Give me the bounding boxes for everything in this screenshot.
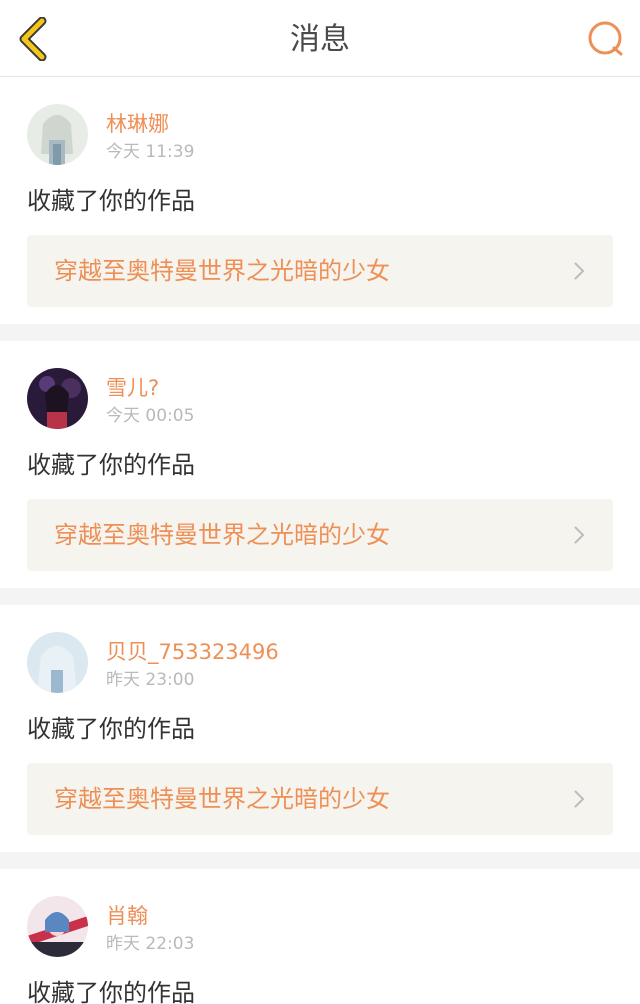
timestamp: 今天 00:05 (106, 406, 195, 426)
avatar[interactable] (27, 104, 88, 165)
action-text: 收藏了你的作品 (27, 451, 195, 479)
work-link[interactable]: 穿越至奥特曼世界之光暗的少女 (27, 235, 613, 307)
separator (0, 324, 640, 341)
separator (0, 588, 640, 605)
work-title: 穿越至奥特曼世界之光暗的少女 (54, 521, 390, 549)
search-icon[interactable] (586, 19, 626, 59)
action-text: 收藏了你的作品 (27, 715, 195, 743)
avatar[interactable] (27, 896, 88, 957)
chevron-right-icon (574, 526, 585, 544)
username[interactable]: 林琳娜 (106, 111, 169, 137)
work-link[interactable]: 穿越至奥特曼世界之光暗的少女 (27, 499, 613, 571)
separator (0, 852, 640, 869)
timestamp: 昨天 22:03 (106, 934, 195, 954)
username[interactable]: 肖翰 (106, 903, 148, 929)
message-item: 林琳娜 今天 11:39 收藏了你的作品 穿越至奥特曼世界之光暗的少女 (0, 77, 640, 307)
message-item: 肖翰 昨天 22:03 收藏了你的作品 (0, 869, 640, 1004)
timestamp: 今天 11:39 (106, 142, 195, 162)
username[interactable]: 贝贝_753323496 (106, 639, 279, 665)
message-item: 贝贝_753323496 昨天 23:00 收藏了你的作品 穿越至奥特曼世界之光… (0, 605, 640, 835)
work-title: 穿越至奥特曼世界之光暗的少女 (54, 257, 390, 285)
avatar[interactable] (27, 632, 88, 693)
message-item: 雪儿? 今天 00:05 收藏了你的作品 穿越至奥特曼世界之光暗的少女 (0, 341, 640, 571)
message-list: 林琳娜 今天 11:39 收藏了你的作品 穿越至奥特曼世界之光暗的少女 雪儿? … (0, 77, 640, 1004)
chevron-right-icon (574, 790, 585, 808)
action-text: 收藏了你的作品 (27, 187, 195, 215)
chevron-right-icon (574, 262, 585, 280)
top-nav-bar: 消息 (0, 0, 640, 77)
work-link[interactable]: 穿越至奥特曼世界之光暗的少女 (27, 763, 613, 835)
page-title: 消息 (290, 22, 350, 57)
action-text: 收藏了你的作品 (27, 979, 195, 1004)
username[interactable]: 雪儿? (106, 375, 159, 401)
timestamp: 昨天 23:00 (106, 670, 195, 690)
avatar[interactable] (27, 368, 88, 429)
work-title: 穿越至奥特曼世界之光暗的少女 (54, 785, 390, 813)
